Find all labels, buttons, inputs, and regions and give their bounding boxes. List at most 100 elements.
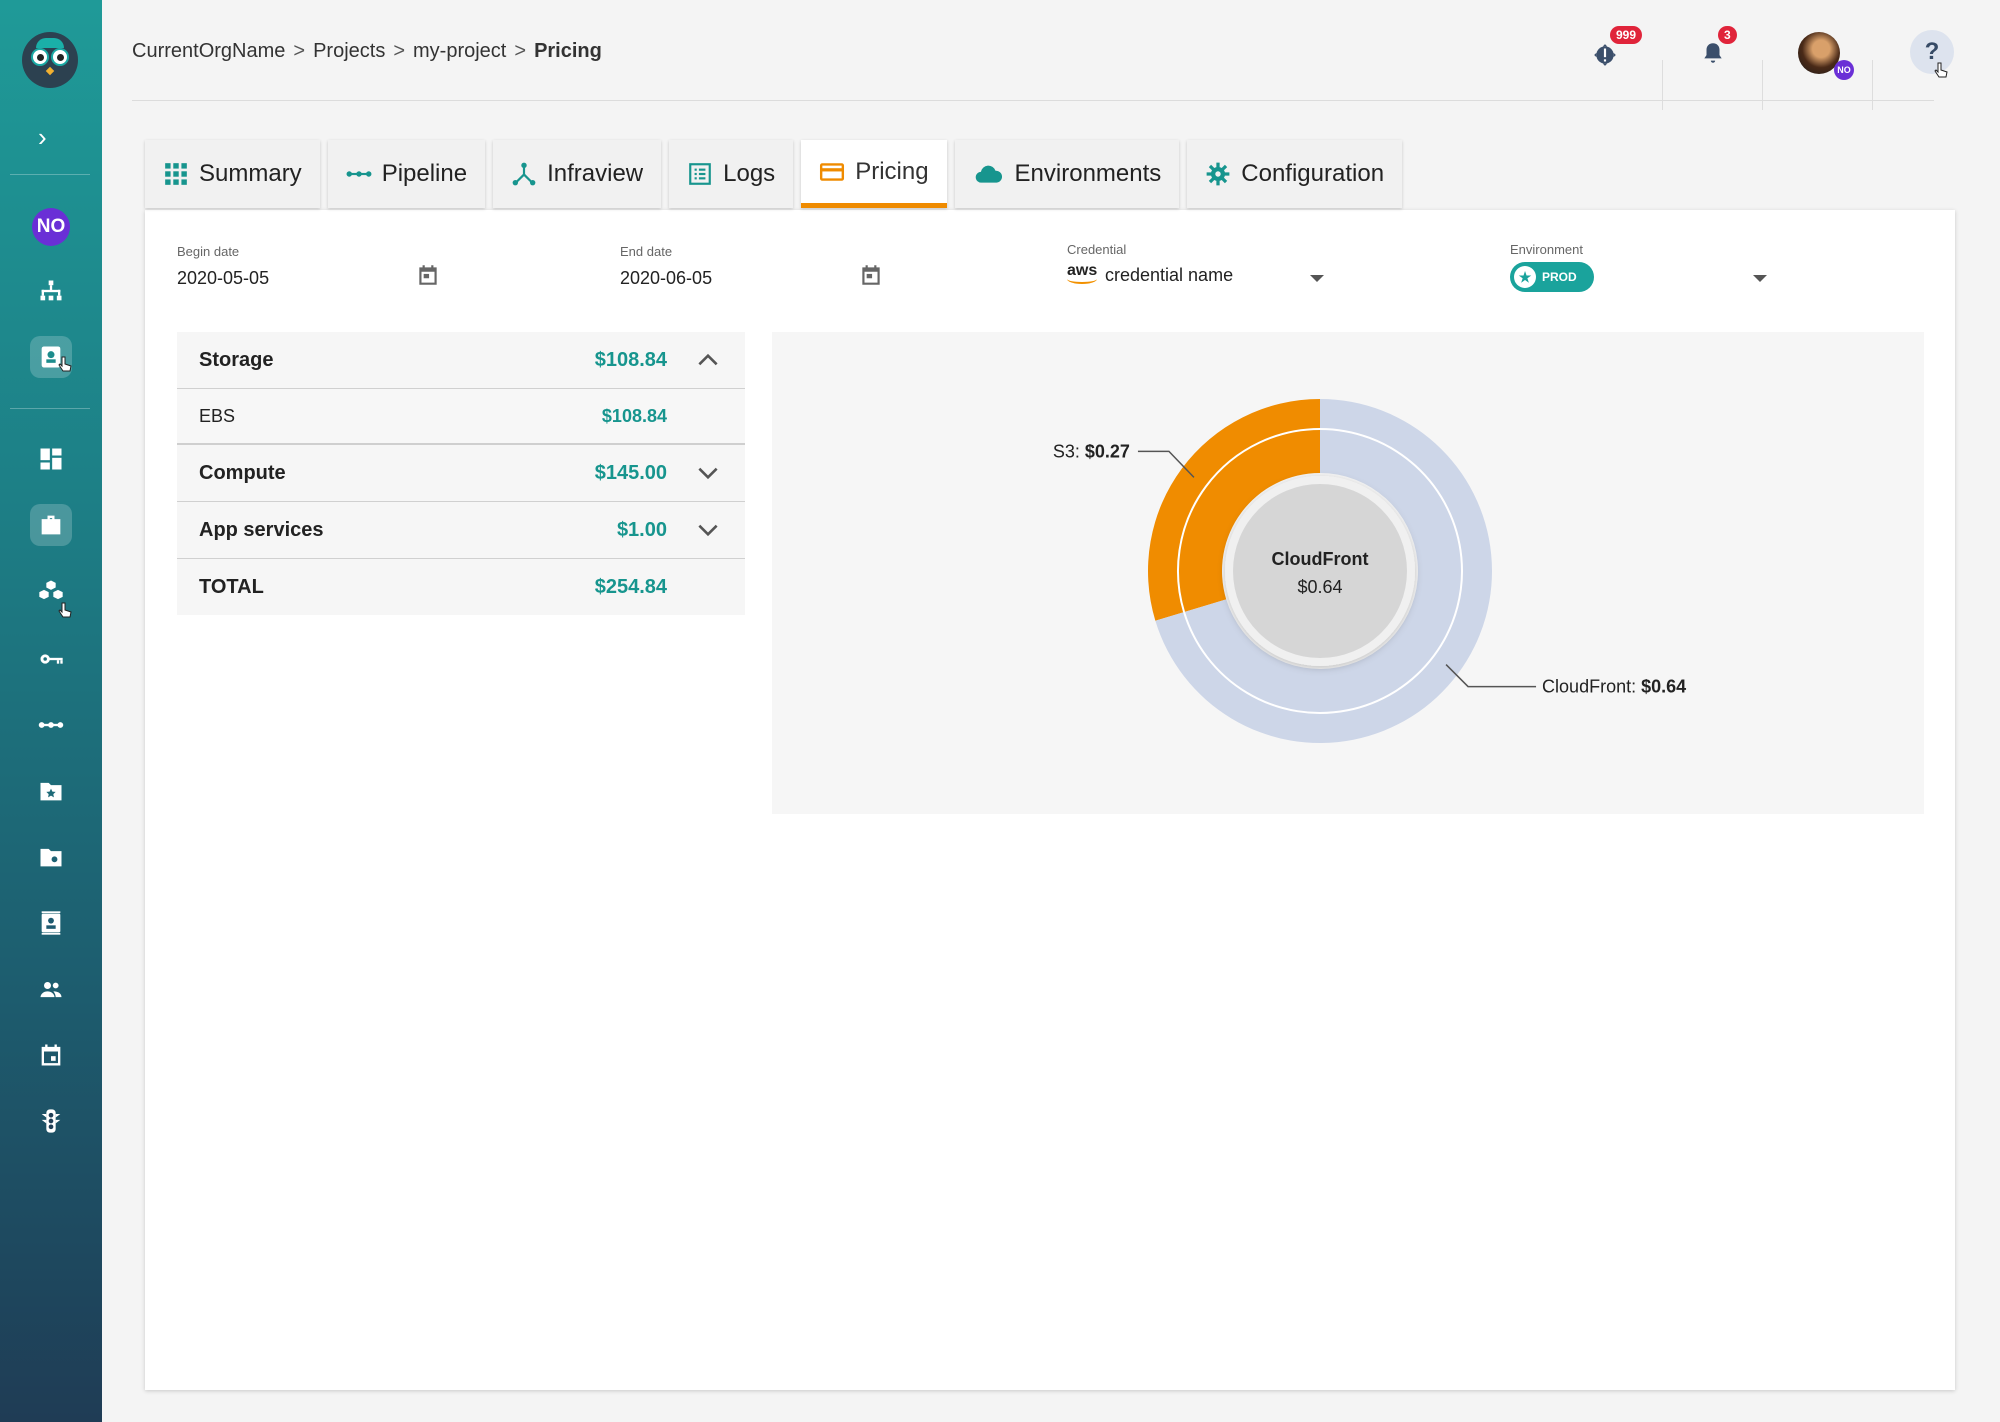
- tab-label: Pricing: [855, 157, 929, 185]
- aws-logo-icon: aws: [1067, 262, 1097, 284]
- breadcrumb-separator: >: [293, 40, 306, 62]
- project-tabs: Summary Pipeline Infraview Logs Pricing …: [145, 140, 1410, 208]
- org-hierarchy-icon[interactable]: [30, 270, 72, 312]
- gear-icon: [1206, 162, 1230, 186]
- tab-label: Configuration: [1241, 160, 1385, 187]
- cost-row-storage[interactable]: Storage $108.84: [177, 332, 745, 389]
- environment-label: Environment: [1510, 242, 1583, 257]
- org-avatar[interactable]: NO: [32, 208, 70, 246]
- traffic-light-icon[interactable]: [30, 1100, 72, 1142]
- sidebar: › NO: [0, 0, 102, 1422]
- alerts-count-badge: 999: [1610, 26, 1643, 44]
- app-logo-icon[interactable]: [22, 32, 78, 88]
- environment-chip-label: PROD: [1542, 270, 1577, 284]
- environment-dropdown-arrow-icon[interactable]: [1753, 275, 1767, 282]
- cost-row-compute[interactable]: Compute $145.00: [177, 445, 745, 502]
- breadcrumb-current: Pricing: [534, 40, 602, 62]
- donut-center-title: CloudFront: [1272, 549, 1369, 569]
- toolbar-divider: [1872, 60, 1873, 110]
- credential-dropdown-arrow-icon[interactable]: [1310, 275, 1324, 282]
- starred-folder-icon[interactable]: [30, 770, 72, 812]
- cost-amount: $108.84: [594, 348, 667, 371]
- end-date-input[interactable]: 2020-06-05: [620, 268, 712, 289]
- user-initials-badge: NO: [1834, 60, 1854, 80]
- tab-pipeline[interactable]: Pipeline: [327, 140, 486, 208]
- breadcrumb-projects-link[interactable]: Projects: [313, 40, 385, 63]
- begin-date-input[interactable]: 2020-05-05: [177, 268, 269, 289]
- pricing-donut-chart: CloudFront $0.64 S3: $0.27 CloudFront: $0…: [1053, 399, 1686, 743]
- calendar-icon[interactable]: [30, 1034, 72, 1076]
- tab-label: Summary: [199, 160, 302, 187]
- key-icon[interactable]: [30, 638, 72, 680]
- cost-amount: $145.00: [594, 461, 667, 484]
- pipeline-icon: [346, 171, 372, 177]
- cost-category-label: Compute: [199, 461, 286, 484]
- slice-label-s3: S3: $0.27: [1053, 441, 1130, 461]
- pricing-panel: Begin date 2020-05-05 End date 2020-06-0…: [145, 210, 1955, 1390]
- bell-icon: [1704, 43, 1722, 63]
- environment-chip[interactable]: ★ PROD: [1510, 262, 1594, 292]
- pricing-card-icon: [820, 162, 845, 181]
- cost-category-label: Storage: [199, 348, 274, 371]
- cost-amount: $1.00: [616, 518, 667, 541]
- sidebar-divider: [10, 174, 90, 175]
- cost-amount: $108.84: [601, 405, 667, 426]
- dashboard-icon[interactable]: [30, 438, 72, 480]
- grid-icon: [165, 163, 187, 185]
- chevron-up-icon[interactable]: [695, 347, 721, 373]
- logs-icon: [689, 163, 711, 185]
- toolbar-divider: [1762, 60, 1763, 110]
- mouse-pointer-icon: [58, 602, 72, 618]
- cost-row-app-services[interactable]: App services $1.00: [177, 502, 745, 559]
- cost-row-total: TOTAL $254.84: [177, 559, 745, 615]
- cloud-icon: [975, 165, 1002, 183]
- tab-logs[interactable]: Logs: [669, 140, 794, 208]
- infraview-icon: [512, 162, 536, 186]
- breadcrumb-separator: >: [514, 40, 527, 62]
- credential-label: Credential: [1067, 242, 1127, 257]
- cost-row-ebs: EBS $108.84: [177, 389, 745, 445]
- begin-date-label: Begin date: [177, 244, 240, 259]
- tab-label: Logs: [723, 160, 776, 187]
- end-date-calendar-icon[interactable]: [858, 262, 884, 288]
- donut-center[interactable]: [1233, 484, 1407, 658]
- tab-label: Pipeline: [381, 160, 468, 187]
- tab-summary[interactable]: Summary: [145, 140, 320, 208]
- settings-folder-icon[interactable]: [30, 836, 72, 878]
- contacts-icon[interactable]: [30, 902, 72, 944]
- begin-date-calendar-icon[interactable]: [415, 262, 441, 288]
- end-date-label: End date: [620, 244, 673, 259]
- toolbar-divider: [1662, 60, 1663, 110]
- tab-environments[interactable]: Environments: [954, 140, 1180, 208]
- tab-label: Environments: [1014, 160, 1162, 187]
- cost-total-label: TOTAL: [199, 575, 264, 598]
- header-divider: [132, 100, 1934, 101]
- mouse-pointer-icon: [58, 356, 72, 372]
- tab-configuration[interactable]: Configuration: [1187, 140, 1403, 208]
- breadcrumb-org-link[interactable]: CurrentOrgName: [132, 40, 285, 63]
- team-people-icon[interactable]: [30, 968, 72, 1010]
- star-icon: ★: [1514, 266, 1536, 288]
- alert-gear-icon: [1594, 44, 1616, 66]
- tab-infraview[interactable]: Infraview: [493, 140, 662, 208]
- breadcrumb-separator: >: [393, 40, 406, 62]
- credential-select[interactable]: credential name: [1105, 265, 1233, 286]
- donut-center-value: $0.64: [1297, 577, 1342, 597]
- tab-pricing[interactable]: Pricing: [801, 140, 947, 208]
- mouse-pointer-icon: [1934, 62, 1948, 78]
- breadcrumb: CurrentOrgName > Projects > my-project >…: [132, 40, 602, 63]
- breadcrumb-project-link[interactable]: my-project: [413, 40, 506, 63]
- pipeline-icon[interactable]: [30, 704, 72, 746]
- cost-total-amount: $254.84: [594, 575, 667, 598]
- alerts-button[interactable]: [1590, 40, 1620, 70]
- cost-category-label: App services: [199, 518, 324, 541]
- expand-sidebar-chevron-icon[interactable]: ›: [38, 122, 47, 153]
- chevron-down-icon[interactable]: [695, 460, 721, 486]
- slice-label-cloudfront: CloudFront: $0.64: [1542, 677, 1686, 697]
- tab-label: Infraview: [547, 160, 644, 187]
- projects-briefcase-icon[interactable]: [30, 504, 72, 546]
- sidebar-divider: [10, 408, 90, 409]
- notifications-count-badge: 3: [1718, 26, 1737, 44]
- cost-breakdown-table: Storage $108.84 EBS $108.84 Compute $145…: [177, 332, 745, 615]
- chevron-down-icon[interactable]: [695, 517, 721, 543]
